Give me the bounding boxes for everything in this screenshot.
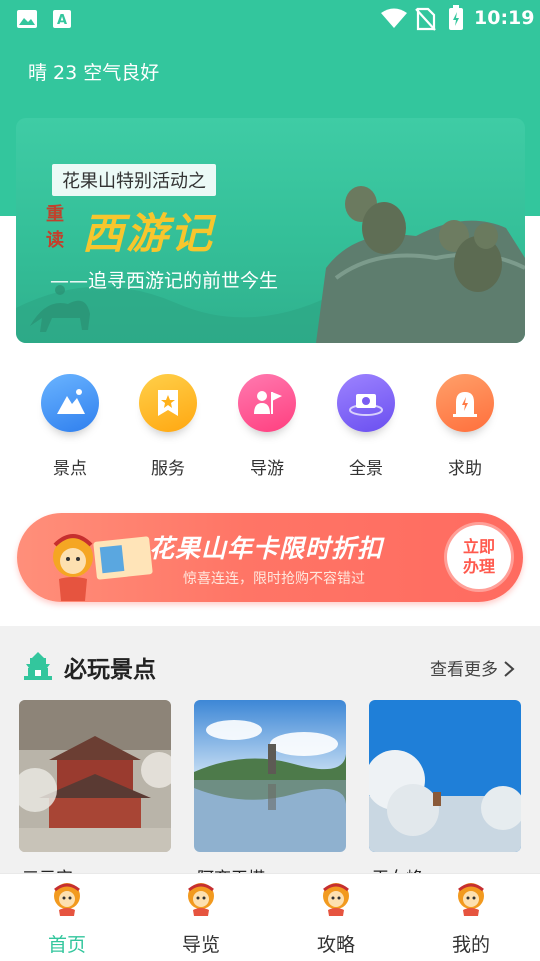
alert-icon [436,374,494,432]
tab-guide[interactable]: 攻略 [296,880,376,957]
menu-item-guide[interactable]: 导游 [227,374,307,479]
monkey-home-icon [54,883,80,916]
bookmark-icon [139,374,197,432]
tab-label: 导览 [181,934,220,956]
promo-apply-label: 立即 办理 [462,537,495,576]
status-time: 10:19 [474,7,535,29]
menu-item-panorama[interactable]: 全景 [326,374,406,479]
banner-subtitle: 花果山特别活动之 [52,164,216,196]
promo-subtitle: 惊喜连连，限时抢购不容错过 [183,571,365,587]
mountain-icon [41,374,99,432]
tab-home[interactable]: 首页 [27,880,107,957]
wifi-icon [381,8,407,28]
monkey-king-mascot [53,534,153,601]
tab-label: 攻略 [316,934,355,956]
tab-mine[interactable]: 我的 [431,880,511,957]
no-sim-icon [415,7,436,31]
weather-text: 晴 23 空气良好 [28,62,160,84]
monkey-mine-icon [458,883,484,916]
menu-label: 全景 [349,459,383,479]
monkey-guide-icon [323,883,349,916]
a-icon: A [53,10,71,28]
spot-card-sanyuan-palace[interactable] [19,700,171,852]
banner-tagline: ——追寻西游记的前世今生 [50,270,279,292]
spot-photo [19,700,171,852]
spot-photo [194,700,346,852]
tab-label: 我的 [451,934,490,956]
menu-label: 导游 [250,459,284,479]
menu-label: 景点 [53,459,87,479]
spot-card-yunv-peak[interactable] [369,700,521,852]
menu-item-service[interactable]: 服务 [128,374,208,479]
pagoda-icon [24,652,52,680]
promo-title: 花果山年卡限时折扣 [149,534,384,563]
chevron-right-icon [504,661,515,677]
menu-label: 求助 [448,459,482,479]
activity-banner[interactable]: 花果山特别活动之 重读 西游记 ——追寻西游记的前世今生 [16,118,525,343]
guide-flag-icon [238,374,296,432]
spot-photo [369,700,521,852]
spot-card-ayuwang-pagoda[interactable] [194,700,346,852]
menu-label: 服务 [151,459,185,479]
menu-item-help[interactable]: 求助 [425,374,505,479]
tab-tour[interactable]: 导览 [161,880,241,957]
promo-apply-button[interactable]: 立即 办理 [447,525,511,589]
tab-label: 首页 [47,934,86,956]
status-bar: A 10:19 [0,0,540,38]
section-title: 必玩景点 [64,657,156,683]
camera-icon [337,374,395,432]
svg-text:A: A [57,13,67,28]
menu-item-spots[interactable]: 景点 [30,374,110,479]
battery-icon [449,5,463,30]
view-more-label: 查看更多 [430,660,498,680]
image-icon [17,10,37,28]
view-more-link[interactable]: 查看更多 [430,655,515,680]
banner-title: 西游记 [82,209,215,258]
annual-card-promo[interactable]: 花果山年卡限时折扣 惊喜连连，限时抢购不容错过 立即 办理 [17,513,523,602]
banner-reread: 重读 [46,204,64,251]
monkey-tour-icon [188,883,214,916]
